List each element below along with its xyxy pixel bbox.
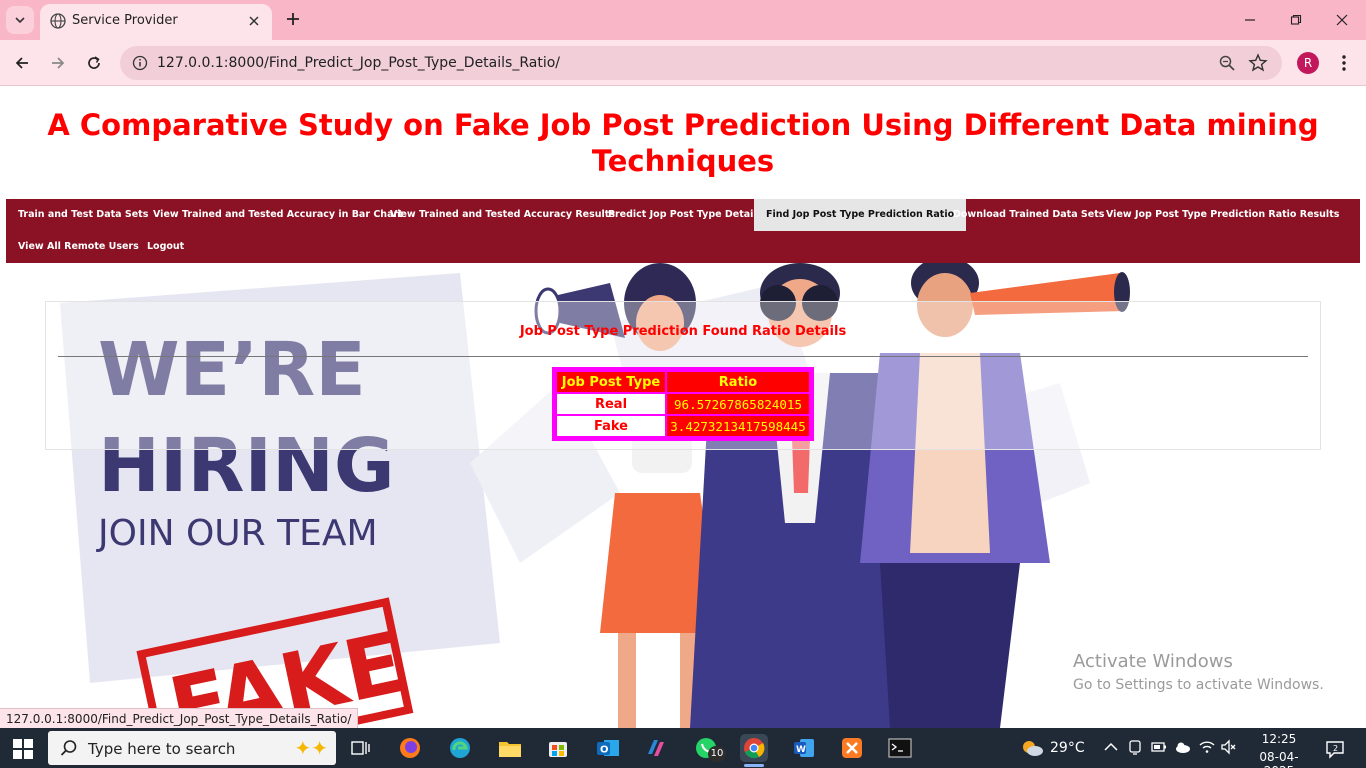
nav-find-prediction-ratio[interactable]: Find Jop Post Type Prediction Ratio <box>754 199 967 231</box>
nav-view-accuracy-results[interactable]: View Trained and Tested Accuracy Results <box>378 199 627 231</box>
info-icon[interactable] <box>132 55 148 71</box>
reload-button[interactable] <box>80 49 108 77</box>
search-placeholder: Type here to search <box>88 740 236 758</box>
type-cell: Real <box>557 394 665 414</box>
word-icon[interactable]: W <box>790 734 818 762</box>
globe-icon <box>50 13 66 29</box>
restore-icon <box>1290 14 1302 25</box>
clock-time[interactable]: 12:25 <box>1254 732 1304 746</box>
temperature[interactable]: 29°C <box>1050 740 1085 756</box>
outlook-icon[interactable]: O <box>594 734 622 762</box>
onedrive-cloud-icon[interactable] <box>1174 738 1192 756</box>
weather-partly-cloudy-icon[interactable] <box>1020 738 1044 758</box>
column-header: Job Post Type <box>557 372 665 392</box>
page-content: A Comparative Study on Fake Job Post Pre… <box>0 87 1366 728</box>
taskbar-search-box[interactable]: Type here to search ✦✦ <box>48 731 336 765</box>
url-bar[interactable]: 127.0.0.1:8000/Find_Predict_Jop_Post_Typ… <box>120 46 1282 80</box>
firefox-icon[interactable] <box>396 734 424 762</box>
activate-windows-subtitle: Go to Settings to activate Windows. <box>1073 677 1324 693</box>
volume-muted-icon[interactable] <box>1220 738 1238 756</box>
arrow-left-icon <box>15 57 28 69</box>
minimize-icon <box>1245 19 1255 21</box>
task-view-icon[interactable] <box>346 734 374 762</box>
windows-start-icon[interactable] <box>12 738 34 760</box>
ratio-cell: 96.57267865824015 <box>667 394 809 414</box>
chrome-icon[interactable] <box>740 734 768 762</box>
file-explorer-icon[interactable] <box>496 734 524 762</box>
microsoft-store-icon[interactable] <box>544 734 572 762</box>
column-header: Ratio <box>667 372 809 392</box>
ratio-cell: 3.4273213417598445 <box>667 416 809 436</box>
ratio-heading: Job Post Type Prediction Found Ratio Det… <box>519 324 847 339</box>
nav-train-test-data-sets[interactable]: Train and Test Data Sets <box>6 199 160 231</box>
more-vertical-icon <box>1342 55 1346 71</box>
table-header-row: Job Post Type Ratio <box>557 372 809 392</box>
type-cell: Fake <box>557 416 665 436</box>
activate-windows-title: Activate Windows <box>1073 651 1233 672</box>
close-icon <box>1336 14 1348 26</box>
active-app-indicator <box>744 764 764 767</box>
close-icon <box>249 16 259 26</box>
minimize-button[interactable] <box>1228 6 1272 34</box>
network-device-icon[interactable] <box>1126 738 1144 756</box>
reload-icon <box>88 56 100 69</box>
svg-text:W: W <box>796 745 806 755</box>
sparkle-icon: ✦✦ <box>294 738 328 760</box>
page-title: A Comparative Study on Fake Job Post Pre… <box>47 108 1319 178</box>
nav-predict-job-post-type[interactable]: Predict Jop Post Type Details <box>596 199 774 231</box>
terminal-icon[interactable] <box>886 734 914 762</box>
chevron-down-icon <box>15 17 25 24</box>
tab-title: Service Provider <box>72 13 178 28</box>
battery-icon[interactable] <box>1150 738 1168 756</box>
star-icon[interactable] <box>1248 53 1268 73</box>
notification-icon[interactable]: 2 <box>1324 738 1346 760</box>
hero-line-3: JOIN OUR TEAM <box>96 513 378 554</box>
tab-close-button[interactable] <box>244 11 264 31</box>
table-row: Real 96.57267865824015 <box>557 394 809 414</box>
back-button[interactable] <box>8 49 36 77</box>
nav-view-accuracy-bar-chart[interactable]: View Trained and Tested Accuracy in Bar … <box>141 199 415 231</box>
profile-avatar[interactable]: R <box>1297 52 1319 74</box>
browser-tab-strip: Service Provider <box>0 0 1366 40</box>
notification-count: 2 <box>1333 744 1338 753</box>
divider <box>58 356 1308 357</box>
restore-button[interactable] <box>1274 6 1318 34</box>
svg-text:O: O <box>600 745 609 756</box>
plus-icon <box>287 13 299 25</box>
xampp-icon[interactable] <box>838 734 866 762</box>
browser-menu-button[interactable] <box>1334 52 1354 74</box>
main-navigation: Train and Test Data Sets View Trained an… <box>6 199 1360 263</box>
nav-download-trained-data[interactable]: Download Trained Data Sets <box>941 199 1116 231</box>
ratio-table: Job Post Type Ratio Real 96.572678658240… <box>552 367 814 441</box>
link-status-bubble: 127.0.0.1:8000/Find_Predict_Jop_Post_Typ… <box>0 708 359 728</box>
tab-search-button[interactable] <box>6 6 34 34</box>
edge-icon[interactable] <box>446 734 474 762</box>
browser-tab[interactable]: Service Provider <box>40 4 272 40</box>
search-icon <box>60 740 77 756</box>
forward-button[interactable] <box>44 49 72 77</box>
zoom-icon[interactable] <box>1218 54 1236 72</box>
nav-view-prediction-ratio-results[interactable]: View Jop Post Type Prediction Ratio Resu… <box>1094 199 1351 231</box>
chevron-up-icon[interactable] <box>1102 738 1120 756</box>
nav-logout[interactable]: Logout <box>135 231 196 263</box>
whatsapp-unread-badge: 10 <box>708 746 726 762</box>
table-row: Fake 3.4273213417598445 <box>557 416 809 436</box>
wifi-icon[interactable] <box>1198 738 1216 756</box>
url-text: 127.0.0.1:8000/Find_Predict_Jop_Post_Typ… <box>157 55 560 71</box>
clock-date[interactable]: 08-04-2025 <box>1246 750 1312 768</box>
address-bar-row: 127.0.0.1:8000/Find_Predict_Jop_Post_Typ… <box>0 40 1366 86</box>
new-tab-button[interactable] <box>282 8 304 30</box>
window-close-button[interactable] <box>1320 6 1364 34</box>
nav-view-remote-users[interactable]: View All Remote Users <box>6 231 151 263</box>
arrow-right-icon <box>52 57 65 69</box>
copilot-icon[interactable] <box>642 734 670 762</box>
